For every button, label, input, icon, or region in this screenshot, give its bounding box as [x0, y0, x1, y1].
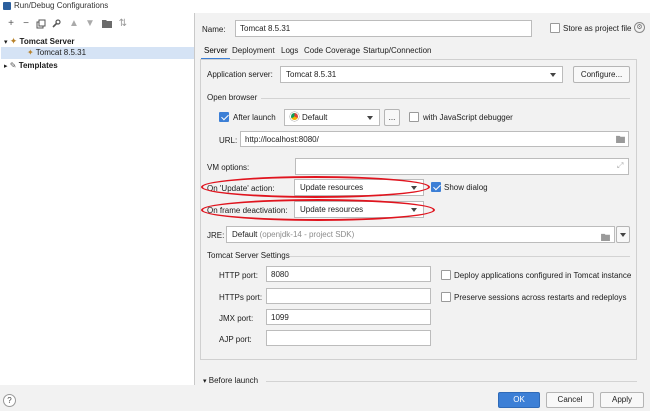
ok-button[interactable]: OK: [498, 392, 540, 408]
deploy-apps-label: Deploy applications configured in Tomcat…: [454, 271, 632, 280]
js-debugger-checkbox[interactable]: [409, 112, 419, 122]
cancel-button[interactable]: Cancel: [546, 392, 594, 408]
deploy-apps-checkbox[interactable]: [441, 270, 451, 280]
tree-item-label: Tomcat 8.5.31: [35, 48, 87, 57]
server-settings-title: Tomcat Server Settings: [207, 251, 290, 260]
app-server-select[interactable]: Tomcat 8.5.31: [280, 66, 563, 83]
jmx-port-label: JMX port:: [219, 314, 254, 323]
folder-icon[interactable]: [101, 19, 113, 31]
js-debugger-label: with JavaScript debugger: [423, 113, 513, 122]
after-launch-checkbox[interactable]: [219, 112, 229, 122]
ajp-port-field[interactable]: [266, 330, 431, 346]
help-icon[interactable]: ?: [3, 394, 16, 407]
http-port-field[interactable]: [266, 266, 431, 282]
arrow-down-icon[interactable]: ▼: [84, 19, 96, 29]
vm-options-label: VM options:: [207, 163, 250, 172]
preserve-sessions-checkbox[interactable]: [441, 292, 451, 302]
tree-group-templates[interactable]: ▸ ✎ Templates: [4, 60, 58, 72]
show-dialog-checkbox[interactable]: [431, 182, 441, 192]
tab-code-coverage[interactable]: Code Coverage: [304, 45, 360, 56]
tab-logs[interactable]: Logs: [281, 45, 298, 56]
chevron-down-icon: [550, 73, 556, 77]
tree-group-label: Templates: [18, 61, 58, 70]
app-icon: [3, 2, 11, 10]
app-server-value: Tomcat 8.5.31: [286, 70, 337, 79]
section-divider: [266, 381, 637, 382]
show-dialog-label: Show dialog: [444, 183, 488, 192]
browser-value: Default: [302, 113, 328, 122]
name-label: Name:: [202, 25, 226, 34]
chevron-down-icon: ▾: [203, 378, 207, 385]
highlight-ellipse-frame: [201, 199, 435, 221]
title-bar: Run/Debug Configurations: [0, 0, 650, 13]
tomcat-config-icon: ✦: [27, 48, 34, 57]
jre-field[interactable]: Default (openjdk-14 - project SDK): [226, 226, 615, 243]
app-server-label: Application server:: [207, 70, 273, 79]
vm-options-field[interactable]: [295, 158, 629, 175]
arrow-up-icon[interactable]: ▲: [68, 19, 80, 29]
copy-icon[interactable]: [35, 19, 47, 32]
url-label: URL:: [219, 136, 238, 145]
preserve-sessions-label: Preserve sessions across restarts and re…: [454, 293, 627, 302]
ajp-port-label: AJP port:: [219, 335, 252, 344]
before-launch-toggle[interactable]: ▾ Before launch: [203, 375, 258, 387]
wrench-icon: ✎: [9, 61, 17, 70]
url-field[interactable]: [240, 131, 629, 147]
browser-select[interactable]: Default: [284, 109, 380, 126]
jre-value: Default: [232, 230, 258, 239]
store-as-project-label: Store as project file: [563, 24, 632, 33]
chrome-icon: [290, 112, 299, 121]
name-field[interactable]: [235, 20, 532, 37]
browser-settings-button[interactable]: ...: [384, 109, 400, 126]
tomcat-icon: ✦: [9, 36, 18, 46]
jmx-port-field[interactable]: [266, 309, 431, 325]
section-divider: [261, 98, 630, 99]
wrench-icon[interactable]: [50, 19, 62, 32]
open-browser-title: Open browser: [207, 93, 258, 102]
after-launch-label: After launch: [233, 113, 276, 122]
https-port-label: HTTPs port:: [219, 293, 263, 302]
expand-icon[interactable]: ⤢: [617, 161, 623, 171]
jre-dropdown-button[interactable]: [616, 226, 630, 243]
https-port-field[interactable]: [266, 288, 431, 304]
jre-hint: (openjdk-14 - project SDK): [259, 230, 355, 239]
tree-item-tomcat-8531[interactable]: ✦ Tomcat 8.5.31: [1, 47, 194, 59]
chevron-down-icon: [620, 233, 626, 237]
tab-server[interactable]: Server: [204, 45, 228, 56]
tab-startup-connection[interactable]: Startup/Connection: [363, 45, 432, 56]
folder-icon[interactable]: [601, 231, 610, 247]
section-divider: [290, 256, 630, 257]
plus-icon[interactable]: +: [5, 19, 17, 29]
tab-deployment[interactable]: Deployment: [232, 45, 275, 56]
minus-icon[interactable]: −: [20, 19, 32, 29]
tree-group-label: Tomcat Server: [19, 37, 75, 46]
before-launch-label: Before launch: [208, 376, 259, 385]
settings-gear-icon[interactable]: ⚙: [634, 22, 645, 33]
configure-button[interactable]: Configure...: [573, 66, 630, 83]
sort-icon[interactable]: ⇅: [117, 19, 129, 29]
chevron-down-icon: [367, 116, 373, 120]
window-title: Run/Debug Configurations: [14, 1, 109, 10]
chevron-right-icon[interactable]: ▸: [4, 63, 8, 70]
store-as-project-checkbox[interactable]: [550, 23, 560, 33]
http-port-label: HTTP port:: [219, 271, 258, 280]
jre-label: JRE:: [207, 231, 225, 240]
folder-icon[interactable]: [616, 135, 625, 145]
apply-button[interactable]: Apply: [600, 392, 644, 408]
chevron-down-icon[interactable]: ▾: [4, 39, 8, 46]
highlight-ellipse-update: [201, 176, 430, 198]
